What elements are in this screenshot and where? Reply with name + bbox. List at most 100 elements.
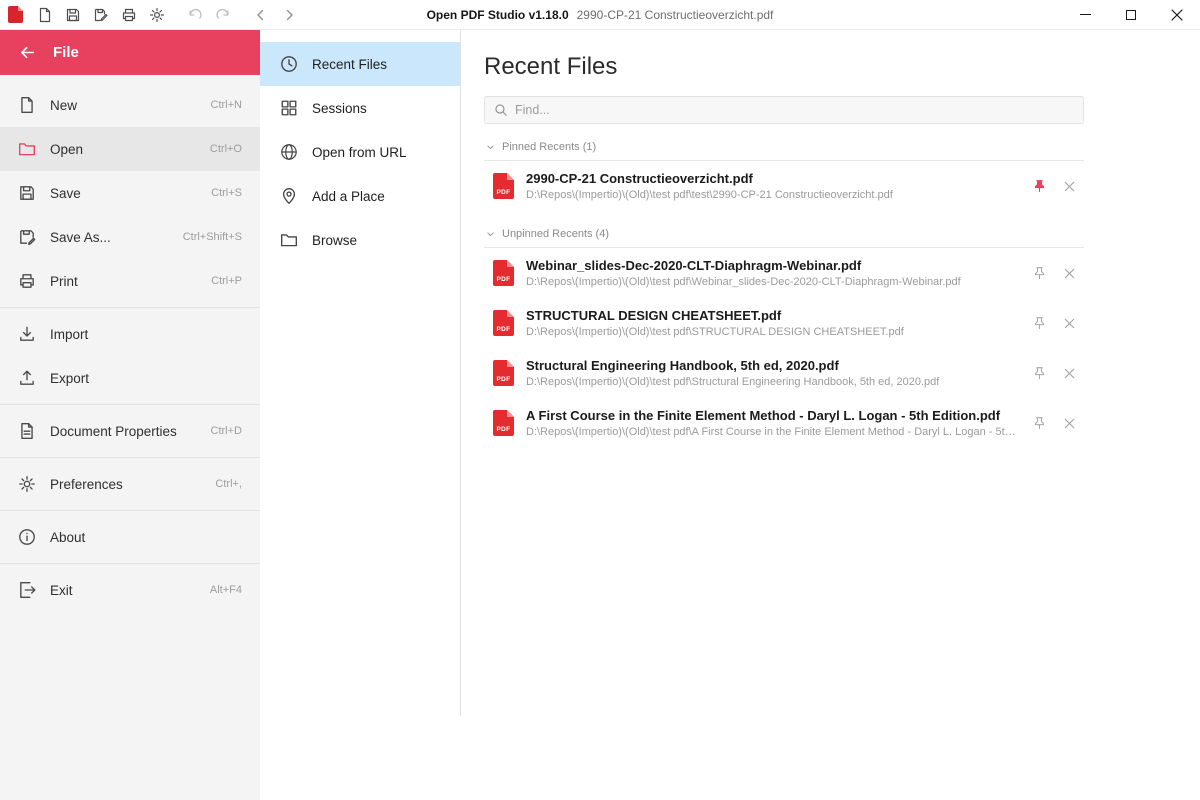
menu-item-document-properties[interactable]: Document Properties Ctrl+D (0, 409, 260, 453)
pin-button[interactable] (1030, 264, 1048, 282)
section-header-unpinned[interactable]: Unpinned Recents (4) (484, 228, 1084, 248)
close-icon (1064, 268, 1075, 279)
menu-item-import[interactable]: Import (0, 312, 260, 356)
close-icon (1064, 368, 1075, 379)
file-name: A First Course in the Finite Element Met… (526, 408, 1018, 423)
section-header-pinned[interactable]: Pinned Recents (1) (484, 141, 1084, 161)
close-icon (1064, 318, 1075, 329)
globe-icon (280, 143, 298, 161)
pdf-file-icon: PDF (493, 173, 514, 199)
section-label: Pinned Recents (1) (502, 141, 596, 153)
pin-icon (1032, 179, 1047, 194)
menu-divider (0, 510, 260, 511)
document-properties-icon (18, 422, 36, 440)
open-nav-panel: Recent Files Sessions Open from URL Add … (260, 30, 461, 800)
menu-divider (0, 563, 260, 564)
print-button[interactable] (116, 3, 141, 27)
remove-recent-button[interactable] (1060, 264, 1078, 282)
info-icon (18, 528, 36, 546)
file-menu-sidebar: File New Ctrl+N Open Ctrl+O Save Ctrl+S … (0, 30, 260, 800)
remove-recent-button[interactable] (1060, 177, 1078, 195)
file-menu-list: New Ctrl+N Open Ctrl+O Save Ctrl+S Save … (0, 75, 260, 612)
save-button[interactable] (60, 3, 85, 27)
menu-item-save-as[interactable]: Save As... Ctrl+Shift+S (0, 215, 260, 259)
maximize-button[interactable] (1108, 0, 1154, 29)
main-content: Recent Files Pinned Recents (1) PDF 2990… (461, 30, 1200, 800)
menu-item-open[interactable]: Open Ctrl+O (0, 127, 260, 171)
settings-button[interactable] (144, 3, 169, 27)
menu-item-print[interactable]: Print Ctrl+P (0, 259, 260, 303)
menu-item-preferences[interactable]: Preferences Ctrl+, (0, 462, 260, 506)
undo-icon (187, 7, 203, 23)
file-row[interactable]: PDF Structural Engineering Handbook, 5th… (484, 348, 1084, 398)
save-as-icon (18, 228, 36, 246)
nav-item-browse[interactable]: Browse (260, 218, 461, 262)
nav-item-recent-files[interactable]: Recent Files (260, 42, 461, 86)
arrow-left-icon (19, 44, 36, 61)
remove-recent-button[interactable] (1060, 364, 1078, 382)
file-path: D:\Repos\(Impertio)\(Old)\test pdf\STRUC… (526, 326, 1018, 338)
gear-icon (18, 475, 36, 493)
close-window-button[interactable] (1154, 0, 1200, 29)
exit-icon (18, 581, 36, 599)
new-file-icon (18, 96, 36, 114)
map-pin-icon (280, 187, 298, 205)
pin-button[interactable] (1030, 177, 1048, 195)
search-box[interactable] (484, 96, 1084, 124)
pin-button[interactable] (1030, 314, 1048, 332)
pdf-file-icon: PDF (493, 360, 514, 386)
back-button[interactable] (17, 43, 37, 63)
menu-item-new[interactable]: New Ctrl+N (0, 83, 260, 127)
remove-recent-button[interactable] (1060, 414, 1078, 432)
app-logo-icon (8, 6, 23, 23)
file-name: Structural Engineering Handbook, 5th ed,… (526, 358, 1018, 373)
menu-item-save[interactable]: Save Ctrl+S (0, 171, 260, 215)
print-icon (18, 272, 36, 290)
clock-icon (280, 55, 298, 73)
redo-icon (215, 7, 231, 23)
pin-icon (1032, 416, 1047, 431)
pin-icon (1032, 266, 1047, 281)
minimize-button[interactable] (1062, 0, 1108, 29)
nav-item-sessions[interactable]: Sessions (260, 86, 461, 130)
chevron-down-icon (486, 230, 495, 239)
save-as-icon (93, 7, 109, 23)
pin-button[interactable] (1030, 414, 1048, 432)
pdf-file-icon: PDF (493, 260, 514, 286)
nav-item-open-from-url[interactable]: Open from URL (260, 130, 461, 174)
search-input[interactable] (515, 103, 1074, 117)
chevron-left-icon (253, 7, 269, 23)
app-window: Open PDF Studio v1.18.0 2990-CP-21 Const… (0, 0, 1200, 800)
gear-icon (149, 7, 165, 23)
file-path: D:\Repos\(Impertio)\(Old)\test pdf\A Fir… (526, 426, 1018, 438)
file-row[interactable]: PDF A First Course in the Finite Element… (484, 398, 1084, 448)
forward-nav-button[interactable] (276, 3, 301, 27)
file-row[interactable]: PDF 2990-CP-21 Constructieoverzicht.pdf … (484, 161, 1084, 211)
menu-divider (0, 457, 260, 458)
undo-button[interactable] (182, 3, 207, 27)
search-icon (494, 103, 508, 117)
menu-item-exit[interactable]: Exit Alt+F4 (0, 568, 260, 612)
titlebar: Open PDF Studio v1.18.0 2990-CP-21 Const… (0, 0, 1200, 30)
chevron-right-icon (281, 7, 297, 23)
nav-item-add-a-place[interactable]: Add a Place (260, 174, 461, 218)
titlebar-toolbar (0, 3, 301, 27)
shortcut-label: Ctrl+P (211, 275, 242, 287)
pdf-file-icon: PDF (493, 310, 514, 336)
folder-icon (280, 231, 298, 249)
back-nav-button[interactable] (248, 3, 273, 27)
menu-item-about[interactable]: About (0, 515, 260, 559)
open-folder-icon (18, 140, 36, 158)
close-icon (1064, 181, 1075, 192)
new-document-button[interactable] (32, 3, 57, 27)
file-path: D:\Repos\(Impertio)\(Old)\test pdf\Webin… (526, 276, 1018, 288)
import-icon (18, 325, 36, 343)
file-row[interactable]: PDF STRUCTURAL DESIGN CHEATSHEET.pdf D:\… (484, 298, 1084, 348)
file-path: D:\Repos\(Impertio)\(Old)\test pdf\test\… (526, 189, 1018, 201)
pin-button[interactable] (1030, 364, 1048, 382)
save-as-button[interactable] (88, 3, 113, 27)
menu-item-export[interactable]: Export (0, 356, 260, 400)
remove-recent-button[interactable] (1060, 314, 1078, 332)
redo-button[interactable] (210, 3, 235, 27)
file-row[interactable]: PDF Webinar_slides-Dec-2020-CLT-Diaphrag… (484, 248, 1084, 298)
